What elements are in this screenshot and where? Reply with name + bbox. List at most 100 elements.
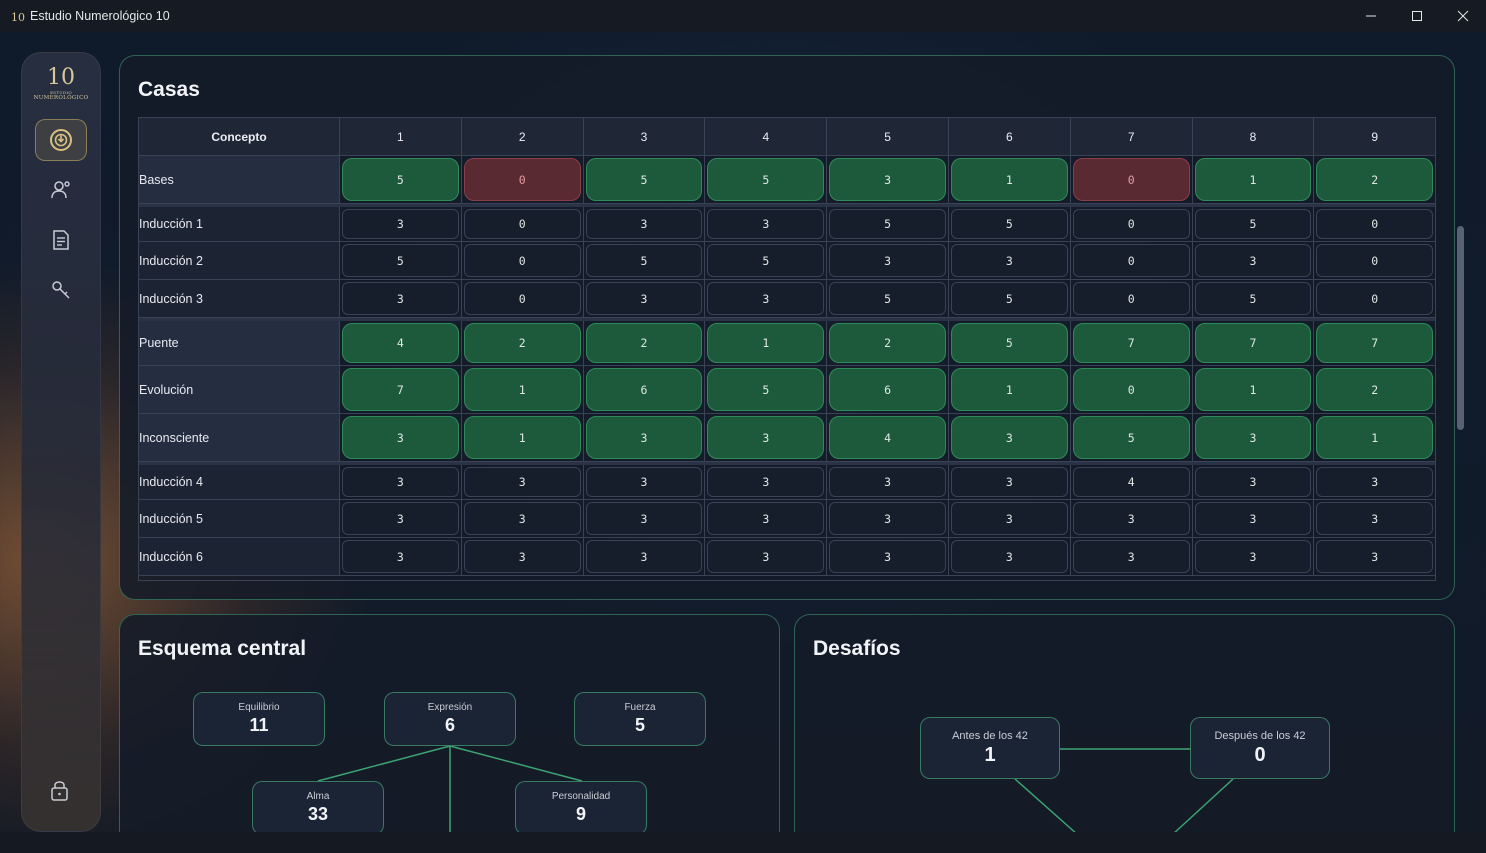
cell-value-green[interactable]: 2: [829, 323, 946, 363]
close-button[interactable]: [1440, 0, 1486, 32]
cell-value-plain[interactable]: 3: [707, 209, 825, 239]
cell-value-green[interactable]: 3: [950, 416, 1068, 459]
cell-value-plain[interactable]: 5: [342, 244, 459, 277]
cell-value-green[interactable]: 1: [1194, 368, 1312, 411]
cell-value-plain[interactable]: 0: [1316, 282, 1434, 315]
cell-value-green[interactable]: 5: [707, 158, 825, 201]
cell-value-green[interactable]: 2: [463, 323, 581, 363]
cell-value-plain[interactable]: 0: [1072, 282, 1190, 315]
cell-value-plain[interactable]: 0: [463, 244, 581, 277]
cell-value-plain[interactable]: 5: [950, 282, 1068, 315]
sidebar-item-keys[interactable]: [35, 269, 87, 311]
cell-value-plain[interactable]: 3: [1072, 502, 1190, 535]
cell-value-plain[interactable]: 5: [950, 209, 1068, 239]
cell-value-plain[interactable]: 5: [1194, 209, 1312, 239]
cell-value-green[interactable]: 5: [342, 158, 459, 201]
cell-value-green[interactable]: 6: [829, 368, 946, 411]
cell-value-green[interactable]: 2: [1316, 158, 1434, 201]
cell-value-plain[interactable]: 3: [585, 467, 703, 497]
cell-value-plain[interactable]: 3: [829, 244, 946, 277]
cell-value-plain[interactable]: 3: [707, 540, 825, 573]
cell-value-green[interactable]: 3: [1194, 416, 1312, 459]
cell-value-green[interactable]: 7: [1072, 323, 1190, 363]
cell-value-plain[interactable]: 5: [829, 282, 946, 315]
cell-value-plain[interactable]: 5: [829, 209, 946, 239]
cell-value-green[interactable]: 1: [950, 158, 1068, 201]
cell-value-green[interactable]: 7: [1316, 323, 1434, 363]
cell-value-green[interactable]: 5: [707, 368, 825, 411]
cell-value-green[interactable]: 1: [463, 416, 581, 459]
node-fuerza[interactable]: Fuerza 5: [574, 692, 706, 746]
cell-value-plain[interactable]: 0: [463, 282, 581, 315]
cell-value-plain[interactable]: 0: [1316, 209, 1434, 239]
cell-value-plain[interactable]: 3: [342, 502, 459, 535]
minimize-button[interactable]: [1348, 0, 1394, 32]
cell-value-plain[interactable]: 3: [1194, 502, 1312, 535]
node-antes-42[interactable]: Antes de los 42 1: [920, 717, 1060, 779]
cell-value-plain[interactable]: 3: [1194, 540, 1312, 573]
sidebar-item-documents[interactable]: [35, 219, 87, 261]
cell-value-plain[interactable]: 5: [585, 244, 703, 277]
cell-value-green[interactable]: 1: [707, 323, 825, 363]
cell-value-plain[interactable]: 3: [1072, 540, 1190, 573]
cell-value-plain[interactable]: 3: [585, 540, 703, 573]
cell-value-plain[interactable]: 3: [342, 282, 459, 315]
node-equilibrio[interactable]: Equilibrio 11: [193, 692, 325, 746]
cell-value-plain[interactable]: 3: [463, 540, 581, 573]
cell-value-plain[interactable]: 3: [342, 467, 459, 497]
cell-value-plain[interactable]: 3: [707, 467, 825, 497]
cell-value-plain[interactable]: 3: [463, 467, 581, 497]
cell-value-plain[interactable]: 3: [829, 467, 946, 497]
node-despues-42[interactable]: Después de los 42 0: [1190, 717, 1330, 779]
cell-value-green[interactable]: 5: [585, 158, 703, 201]
cell-value-plain[interactable]: 0: [463, 209, 581, 239]
cell-value-plain[interactable]: 3: [707, 282, 825, 315]
node-alma[interactable]: Alma 33: [252, 781, 384, 835]
page-scrollbar[interactable]: [1457, 226, 1464, 430]
cell-value-green[interactable]: 2: [585, 323, 703, 363]
cell-value-green[interactable]: 7: [342, 368, 459, 411]
cell-value-red[interactable]: 0: [463, 158, 581, 201]
cell-value-plain[interactable]: 0: [1072, 209, 1190, 239]
cell-value-green[interactable]: 1: [1194, 158, 1312, 201]
node-expresion[interactable]: Expresión 6: [384, 692, 516, 746]
lock-button[interactable]: [36, 777, 84, 807]
casas-table[interactable]: Concepto 1 2 3 4 5 6 7 8 9 Bases 5 0 5 5 3 1 0 1 2 Inducció…: [138, 117, 1436, 581]
cell-value-green[interactable]: 4: [829, 416, 946, 459]
cell-value-green[interactable]: 6: [585, 368, 703, 411]
cell-value-plain[interactable]: 3: [585, 502, 703, 535]
cell-value-green[interactable]: 3: [585, 416, 703, 459]
node-personalidad[interactable]: Personalidad 9: [515, 781, 647, 835]
cell-value-plain[interactable]: 3: [342, 209, 459, 239]
cell-value-plain[interactable]: 3: [1316, 502, 1434, 535]
cell-value-green[interactable]: 4: [342, 323, 459, 363]
cell-value-plain[interactable]: 3: [829, 540, 946, 573]
cell-value-green[interactable]: 2: [1316, 368, 1434, 411]
cell-value-plain[interactable]: 3: [950, 244, 1068, 277]
cell-value-plain[interactable]: 3: [950, 502, 1068, 535]
cell-value-plain[interactable]: 3: [950, 467, 1068, 497]
cell-value-green[interactable]: 5: [1072, 416, 1190, 459]
cell-value-plain[interactable]: 3: [1194, 467, 1312, 497]
cell-value-plain[interactable]: 3: [1194, 244, 1312, 277]
cell-value-plain[interactable]: 4: [1072, 467, 1190, 497]
cell-value-green[interactable]: 1: [463, 368, 581, 411]
cell-value-plain[interactable]: 3: [585, 282, 703, 315]
cell-value-green[interactable]: 5: [950, 323, 1068, 363]
maximize-button[interactable]: [1394, 0, 1440, 32]
cell-value-plain[interactable]: 3: [829, 502, 946, 535]
cell-value-green[interactable]: 1: [1316, 416, 1434, 459]
cell-value-plain[interactable]: 3: [585, 209, 703, 239]
cell-value-plain[interactable]: 3: [463, 502, 581, 535]
cell-value-plain[interactable]: 5: [1194, 282, 1312, 315]
cell-value-green[interactable]: 0: [1072, 368, 1190, 411]
cell-value-plain[interactable]: 0: [1316, 244, 1434, 277]
cell-value-plain[interactable]: 5: [707, 244, 825, 277]
cell-value-green[interactable]: 3: [342, 416, 459, 459]
sidebar-item-numerology[interactable]: [35, 119, 87, 161]
cell-value-plain[interactable]: 3: [707, 502, 825, 535]
sidebar-item-users[interactable]: [35, 169, 87, 211]
cell-value-green[interactable]: 1: [950, 368, 1068, 411]
cell-value-plain[interactable]: 3: [342, 540, 459, 573]
cell-value-plain[interactable]: 0: [1072, 244, 1190, 277]
